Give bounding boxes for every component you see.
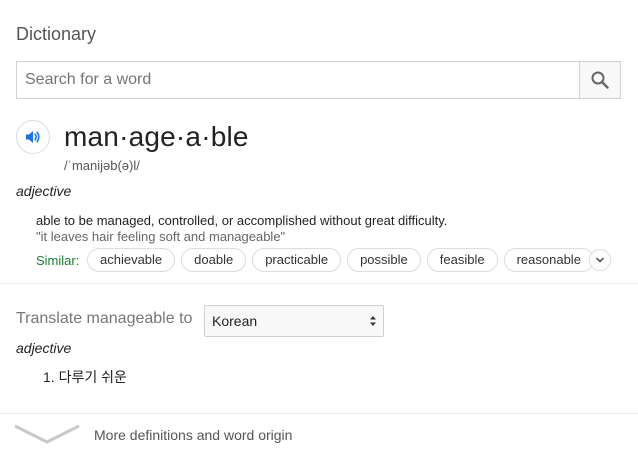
search-button[interactable] bbox=[579, 62, 620, 98]
card-title: Dictionary bbox=[16, 24, 97, 44]
chevron-down-icon bbox=[596, 257, 604, 263]
section-divider bbox=[0, 283, 638, 284]
chevron-down-icon[interactable] bbox=[14, 424, 80, 444]
translation-item: 1. 다루기 쉬운 bbox=[43, 369, 127, 385]
speaker-icon bbox=[26, 131, 40, 143]
expand-similar-button[interactable] bbox=[589, 249, 611, 271]
selected-language: Korean bbox=[212, 313, 258, 329]
footer-divider bbox=[0, 413, 638, 414]
part-of-speech: adjective bbox=[16, 183, 72, 199]
similar-word-chip[interactable]: reasonable bbox=[503, 248, 594, 272]
similar-word-chip[interactable]: possible bbox=[347, 248, 421, 272]
similar-word-chip[interactable]: achievable bbox=[87, 248, 176, 272]
more-definitions-link[interactable]: More definitions and word origin bbox=[94, 427, 292, 443]
similar-word-chip[interactable]: feasible bbox=[426, 248, 498, 272]
definition-text: able to be managed, controlled, or accom… bbox=[36, 213, 448, 228]
translation-part-of-speech: adjective bbox=[16, 340, 72, 356]
search-box bbox=[16, 61, 621, 99]
headword: man·age·a·ble bbox=[64, 121, 249, 152]
similar-word-chip[interactable]: doable bbox=[181, 248, 247, 272]
example-text: "it leaves hair feeling soft and managea… bbox=[36, 229, 286, 244]
similar-label: Similar: bbox=[36, 253, 80, 268]
language-select[interactable]: Korean bbox=[204, 305, 384, 337]
select-arrows-icon bbox=[370, 316, 376, 326]
search-icon bbox=[591, 71, 609, 89]
similar-words-list: achievable doable practicable possible f… bbox=[87, 248, 600, 272]
similar-word-chip[interactable]: practicable bbox=[252, 248, 342, 272]
search-input[interactable] bbox=[17, 62, 579, 98]
translate-label: Translate manageable to bbox=[16, 310, 193, 327]
pronunciation: /ˈmanijəb(ə)l/ bbox=[64, 158, 140, 173]
pronunciation-audio-button[interactable] bbox=[16, 120, 50, 154]
